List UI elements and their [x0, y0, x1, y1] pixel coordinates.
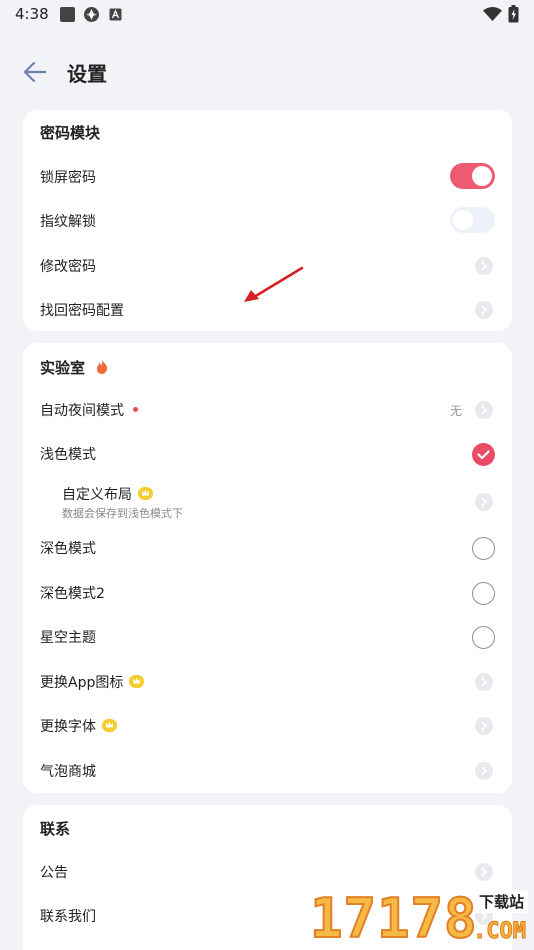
row-description: 数据会保存到浅色模式下: [62, 507, 183, 520]
row-label: 修改密码: [40, 259, 96, 275]
row-label: 锁屏密码: [40, 170, 96, 186]
font-notification-icon: [109, 8, 122, 21]
row-label: 深色模式2: [40, 586, 105, 602]
watermark-logo: 17178 下载站 .COM: [309, 887, 534, 950]
row-label: 指纹解锁: [40, 214, 96, 230]
new-badge-dot: [133, 406, 138, 412]
toggle-knob: [472, 166, 492, 186]
row-bubble-store[interactable]: 气泡商城: [23, 751, 512, 791]
row-lock-screen-password[interactable]: 锁屏密码: [23, 157, 512, 197]
row-label-text: 自定义布局: [62, 487, 132, 503]
toggle-knob: [453, 210, 473, 230]
lab-card: 实验室 自动夜间模式 无 浅色模式 自定义布局 数据会保存到浅色模式下 深色模式…: [23, 343, 512, 793]
row-label-text: 更换字体: [40, 719, 96, 735]
page-title: 设置: [67, 62, 107, 86]
starry-theme-radio[interactable]: [472, 626, 495, 649]
row-announcement[interactable]: 公告: [23, 852, 512, 892]
chevron-right-icon: [475, 673, 493, 691]
row-label: 找回密码配置: [40, 303, 124, 319]
annotation-arrow-icon: [244, 266, 304, 302]
row-label: 公告: [40, 865, 68, 881]
section-title-contact: 联系: [40, 820, 71, 838]
app-notification-icon: [84, 7, 99, 22]
chevron-right-icon: [475, 762, 493, 780]
row-label: 自定义布局: [62, 484, 153, 504]
row-auto-night-mode[interactable]: 自动夜间模式 无: [23, 390, 512, 430]
row-dark-mode[interactable]: 深色模式: [23, 528, 512, 568]
status-time: 4:38: [15, 5, 49, 23]
row-dark-mode-2[interactable]: 深色模式2: [23, 573, 512, 613]
row-label: 浅色模式: [40, 447, 96, 463]
battery-icon: [508, 5, 519, 23]
row-label: 深色模式: [40, 541, 96, 557]
chevron-right-icon: [475, 301, 493, 319]
fingerprint-unlock-toggle[interactable]: [450, 207, 495, 233]
row-label: 更换App图标: [40, 672, 145, 692]
flame-icon: [97, 359, 108, 374]
page-header: 设置: [0, 48, 534, 96]
section-title-lab-text: 实验室: [40, 359, 86, 377]
chevron-right-icon: [475, 717, 493, 735]
row-starry-theme[interactable]: 星空主题: [23, 617, 512, 657]
row-custom-layout[interactable]: 自定义布局 数据会保存到浅色模式下: [23, 480, 512, 524]
watermark-digits: 17178: [309, 887, 478, 950]
watermark-tag: 下载站: [474, 890, 528, 913]
wifi-icon: [483, 7, 502, 21]
notification-square-icon: [60, 7, 75, 22]
dark-mode-2-radio[interactable]: [472, 582, 495, 605]
auto-night-mode-value: 无: [449, 404, 462, 418]
lock-screen-password-toggle[interactable]: [450, 163, 495, 189]
status-bar: 4:38: [0, 0, 534, 28]
crown-vip-icon: [138, 486, 153, 500]
chevron-right-icon: [475, 257, 493, 275]
row-change-app-icon[interactable]: 更换App图标: [23, 662, 512, 702]
row-label: 气泡商城: [40, 764, 96, 780]
row-label: 星空主题: [40, 630, 96, 646]
row-change-font[interactable]: 更换字体: [23, 706, 512, 746]
row-label: 自动夜间模式: [40, 400, 138, 420]
chevron-right-icon: [475, 401, 493, 419]
section-title-lab: 实验室: [40, 357, 108, 378]
row-label: 联系我们: [40, 909, 96, 925]
row-fingerprint-unlock[interactable]: 指纹解锁: [23, 201, 512, 241]
row-light-mode[interactable]: 浅色模式: [23, 434, 512, 474]
chevron-right-icon: [475, 863, 493, 881]
section-title-password: 密码模块: [40, 124, 101, 142]
watermark-suffix: .COM: [473, 919, 527, 945]
crown-vip-icon: [129, 674, 145, 688]
row-label-text: 自动夜间模式: [40, 403, 124, 419]
chevron-right-icon: [475, 493, 493, 511]
back-arrow-icon[interactable]: [20, 58, 50, 86]
row-label-text: 更换App图标: [40, 675, 124, 691]
crown-vip-icon: [102, 718, 117, 732]
row-label: 更换字体: [40, 716, 117, 736]
light-mode-radio-checked[interactable]: [472, 443, 495, 466]
dark-mode-radio[interactable]: [472, 537, 495, 560]
